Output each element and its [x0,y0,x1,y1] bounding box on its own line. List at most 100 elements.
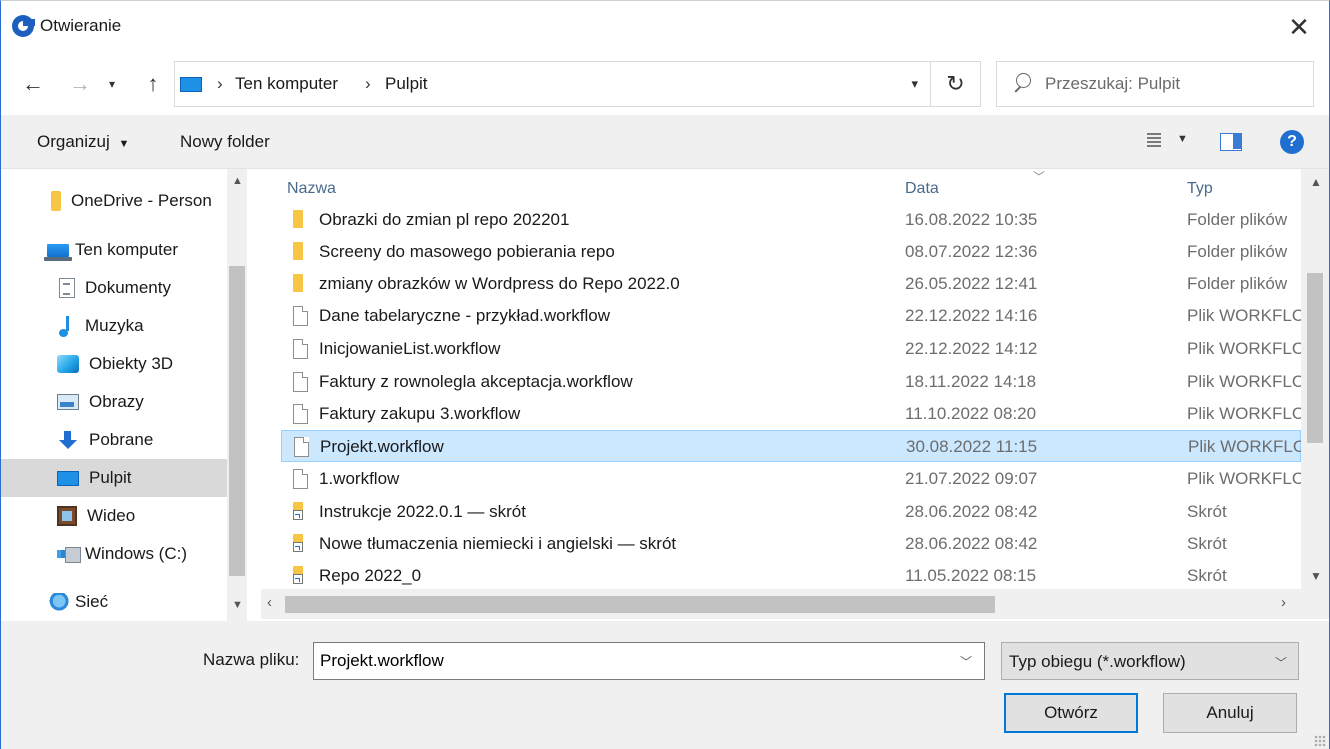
file-list-vertical-scrollbar[interactable]: ▲ ▼ [1301,169,1329,589]
horizontal-scroll-thumb[interactable] [285,596,995,613]
file-row-selected[interactable]: Projekt.workflow 30.08.2022 11:15 Plik W… [281,430,1302,462]
view-options-dropdown-icon[interactable]: ▼ [1177,133,1188,145]
sidebar-item-onedrive[interactable]: OneDrive - Person [1,182,227,220]
file-date: 11.10.2022 08:20 [905,404,1037,423]
app-logo-icon [12,15,35,37]
file-row[interactable]: Dane tabelaryczne - przykład.workflow 22… [281,300,1301,332]
address-bar[interactable]: › Ten komputer › Pulpit ▾ [174,61,931,107]
scroll-down-icon[interactable]: ▼ [232,599,243,611]
sidebar-item-label: Sieć [75,592,109,611]
folder-icon [293,274,303,292]
back-button[interactable]: ← [18,69,48,99]
breadcrumb-ten-komputer[interactable]: Ten komputer [235,74,338,94]
navigation-bar: ← → ▾ ↑ › Ten komputer › Pulpit ▾ ↻ [1,53,1329,115]
sidebar-item-obiekty-3d[interactable]: Obiekty 3D [1,345,227,383]
help-icon[interactable]: ? [1280,130,1304,154]
file-type-value: Typ obiegu (*.workflow) [1009,652,1186,671]
command-bar: Organizuj ▼ Nowy folder ▼ ? [1,115,1329,169]
sidebar-item-dokumenty[interactable]: Dokumenty [1,269,227,307]
sidebar-item-siec[interactable]: Sieć [1,583,227,621]
sort-descending-icon: ﹀ [1033,170,1046,184]
file-row[interactable]: zmiany obrazków w Wordpress do Repo 2022… [281,268,1301,300]
file-name: Dane tabelaryczne - przykład.workflow [319,306,611,325]
address-dropdown-icon[interactable]: ▾ [911,76,918,92]
sidebar-item-label: Obiekty 3D [89,354,174,373]
file-date: 11.05.2022 08:15 [905,566,1037,585]
organize-menu[interactable]: Organizuj ▼ [37,132,129,152]
file-icon [294,437,309,457]
file-row[interactable]: Obrazki do zmian pl repo 202201 16.08.20… [281,204,1301,236]
file-type: Plik WORKFLOW [1187,404,1301,423]
resize-grip-icon[interactable] [1314,735,1326,747]
sidebar-item-label: Ten komputer [75,240,178,259]
file-type: Plik WORKFLOW [1187,339,1301,358]
open-button[interactable]: Otwórz [1004,693,1138,733]
preview-pane-icon[interactable] [1220,133,1242,151]
file-name: Nowe tłumaczenia niemiecki i angielski —… [319,534,677,553]
sidebar-item-muzyka[interactable]: Muzyka [1,307,227,345]
scroll-up-icon[interactable]: ▲ [1310,175,1322,189]
search-box[interactable] [996,61,1314,107]
video-icon [57,506,77,526]
sidebar-item-pulpit[interactable]: Pulpit [1,459,227,497]
file-name: Instrukcje 2022.0.1 — skrót [319,502,526,521]
filename-combobox[interactable]: ﹀ [313,642,985,680]
scroll-up-icon[interactable]: ▲ [232,175,243,187]
file-row[interactable]: Instrukcje 2022.0.1 — skrót 28.06.2022 0… [281,496,1301,528]
filename-input[interactable] [320,643,950,679]
up-button[interactable]: ↑ [138,69,168,99]
sidebar-item-label: Pulpit [89,468,132,487]
file-row[interactable]: Faktury z rownolegla akceptacja.workflow… [281,366,1301,398]
folder-icon [293,242,303,260]
cancel-button[interactable]: Anuluj [1163,693,1297,733]
column-header-name[interactable]: Nazwa [287,180,336,198]
file-list: Nazwa Data ﹀ Typ Obrazki do zmian pl rep… [261,169,1329,621]
sidebar-item-windows-c[interactable]: Windows (C:) [1,535,227,573]
scroll-left-icon[interactable]: ‹ [267,594,272,611]
breadcrumb-pulpit[interactable]: Pulpit [385,74,428,94]
scroll-down-icon[interactable]: ▼ [1310,569,1322,583]
sidebar-item-wideo[interactable]: Wideo [1,497,227,535]
file-list-horizontal-scrollbar[interactable]: ‹ › [261,589,1301,619]
sidebar-item-ten-komputer[interactable]: Ten komputer [1,231,227,269]
search-input[interactable] [1045,62,1307,106]
file-icon [293,339,308,359]
scrollbar-corner [1301,589,1329,619]
file-type-select[interactable]: Typ obiegu (*.workflow) ﹀ [1001,642,1299,680]
sidebar-item-label: Wideo [87,506,136,525]
organize-label: Organizuj [37,132,110,151]
file-row[interactable]: 1.workflow 21.07.2022 09:07 Plik WORKFLO… [281,463,1301,495]
close-button[interactable]: ✕ [1269,1,1329,53]
vertical-scroll-thumb[interactable] [1307,273,1323,443]
column-header-date[interactable]: Data [905,180,939,198]
chevron-right-icon: › [365,74,371,93]
chevron-down-icon: ﹀ [1274,656,1287,670]
sidebar-scrollbar[interactable]: ▲ ▼ [227,169,247,621]
file-name: 1.workflow [319,469,400,488]
sidebar-item-obrazy[interactable]: Obrazy [1,383,227,421]
file-date: 28.06.2022 08:42 [905,502,1038,521]
forward-button[interactable]: → [65,69,95,99]
chevron-down-icon[interactable]: ﹀ [960,653,972,670]
recent-locations-button[interactable]: ▾ [103,69,121,99]
column-header-type[interactable]: Typ [1187,180,1213,198]
network-icon [47,593,69,611]
file-row[interactable]: Repo 2022_0 11.05.2022 08:15 Skrót [281,560,1301,592]
title-bar: Otwieranie ✕ [1,1,1329,53]
file-icon [293,372,308,392]
file-type: Skrót [1187,502,1227,521]
view-options-icon[interactable] [1147,133,1161,149]
file-row[interactable]: InicjowanieList.workflow 22.12.2022 14:1… [281,333,1301,365]
chevron-down-icon: ▾ [108,77,116,91]
scroll-right-icon[interactable]: › [1281,594,1286,611]
file-type: Folder plików [1187,242,1288,261]
file-row[interactable]: Nowe tłumaczenia niemiecki i angielski —… [281,528,1301,560]
new-folder-button[interactable]: Nowy folder [180,132,270,152]
file-row[interactable]: Faktury zakupu 3.workflow 11.10.2022 08:… [281,398,1301,430]
shortcut-icon [293,534,303,552]
refresh-button[interactable]: ↻ [931,61,981,107]
sidebar-item-pobrane[interactable]: Pobrane [1,421,227,459]
file-row[interactable]: Screeny do masowego pobierania repo 08.0… [281,236,1301,268]
file-name: Repo 2022_0 [319,566,422,585]
sidebar-scroll-thumb[interactable] [229,266,245,576]
